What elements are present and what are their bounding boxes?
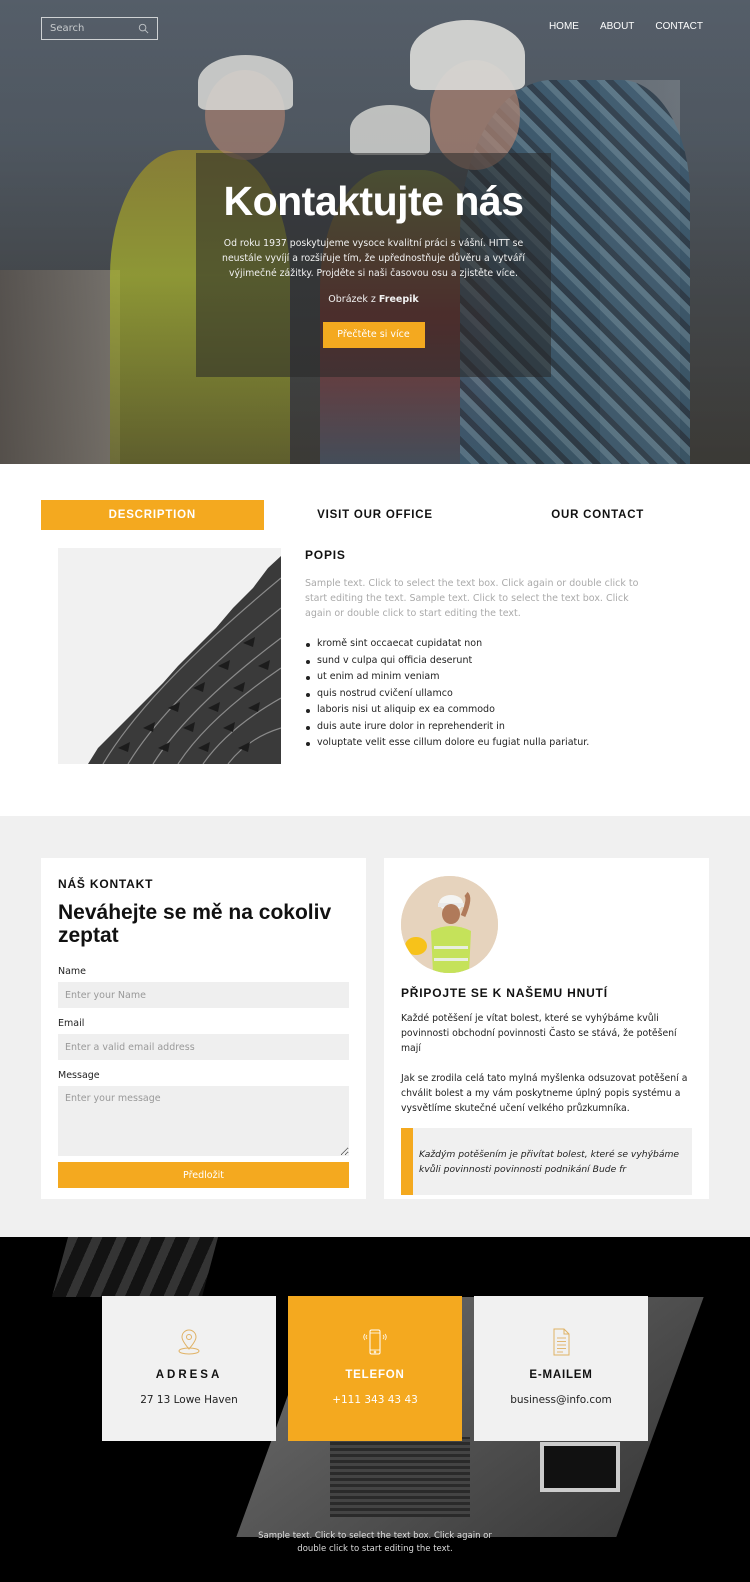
avatar xyxy=(401,876,498,973)
image-credit-link[interactable]: Freepik xyxy=(379,294,419,305)
nav-home[interactable]: HOME xyxy=(549,21,579,32)
name-label: Name xyxy=(58,966,87,977)
nav-contact[interactable]: CONTACT xyxy=(655,21,703,32)
search-input[interactable] xyxy=(50,23,138,34)
worker-avatar-image xyxy=(401,876,498,973)
email-label: Email xyxy=(58,1018,85,1029)
nav-about[interactable]: ABOUT xyxy=(600,21,634,32)
description-text: Sample text. Click to select the text bo… xyxy=(305,578,639,619)
background-building xyxy=(330,1437,470,1517)
submit-button[interactable]: Předložit xyxy=(58,1162,349,1188)
phone-value[interactable]: +111 343 43 43 xyxy=(288,1394,462,1406)
search-icon[interactable] xyxy=(138,23,149,34)
hero-text: Od roku 1937 poskytujeme vysoce kvalitní… xyxy=(222,238,525,279)
main-nav: HOME ABOUT CONTACT xyxy=(549,21,703,32)
address-title: ADRESA xyxy=(155,1369,223,1381)
image-credit: Obrázek z Freepik xyxy=(196,294,551,305)
contact-eyebrow: NÁŠ KONTAKT xyxy=(58,877,154,891)
message-textarea[interactable] xyxy=(58,1086,349,1156)
list-item: voluptate velit esse cillum dolore eu fu… xyxy=(305,735,645,752)
list-item: quis nostrud cvičení ullamco xyxy=(305,686,645,703)
list-item: sund v culpa qui officia deserunt xyxy=(305,653,645,670)
hero-background-building xyxy=(0,270,120,464)
hero-hardhat xyxy=(350,105,430,155)
image-credit-prefix: Obrázek z xyxy=(328,294,379,305)
hero-overlay-box: Kontaktujte nás Od roku 1937 poskytujeme… xyxy=(196,153,551,377)
description-list: kromě sint occaecat cupidatat non sund v… xyxy=(305,636,645,752)
document-icon xyxy=(553,1328,570,1356)
tab-description[interactable]: DESCRIPTION xyxy=(41,500,264,530)
phone-tile: TELEFON +111 343 43 43 xyxy=(288,1296,462,1441)
tab-bar: DESCRIPTION VISIT OUR OFFICE OUR CONTACT xyxy=(41,500,709,530)
message-label: Message xyxy=(58,1070,100,1081)
hero-section: HOME ABOUT CONTACT Kontaktujte nás Od ro… xyxy=(0,0,750,464)
background-building xyxy=(51,1237,219,1297)
description-heading: POPIS xyxy=(305,548,346,562)
phone-icon xyxy=(363,1329,387,1355)
email-title: E-MAILEM xyxy=(529,1369,593,1381)
name-input[interactable] xyxy=(58,982,349,1008)
background-building xyxy=(540,1442,620,1492)
list-item: duis aute irure dolor in reprehenderit i… xyxy=(305,719,645,736)
address-tile: ADRESA 27 13 Lowe Haven xyxy=(102,1296,276,1441)
list-item: laboris nisi ut aliquip ex ea commodo xyxy=(305,702,645,719)
join-paragraph: Jak se zrodila celá tato mylná myšlenka … xyxy=(401,1073,688,1114)
hero-hardhat xyxy=(410,20,525,90)
phone-title: TELEFON xyxy=(345,1369,405,1381)
read-more-button[interactable]: Přečtěte si více xyxy=(322,322,425,348)
tab-visit-our-office[interactable]: VISIT OUR OFFICE xyxy=(264,500,487,530)
tab-our-contact[interactable]: OUR CONTACT xyxy=(486,500,709,530)
contact-title: Neváhejte se mě na cokoliv zeptat xyxy=(58,901,332,947)
hero-title: Kontaktujte nás xyxy=(223,178,524,224)
architecture-facade-image xyxy=(58,548,281,764)
join-card: PŘIPOJTE SE K NAŠEMU HNUTÍ Každé potěšen… xyxy=(384,858,709,1199)
hero-hardhat xyxy=(198,55,293,110)
contact-section: NÁŠ KONTAKT Neváhejte se mě na cokoliv z… xyxy=(0,816,750,1237)
contact-form-card: NÁŠ KONTAKT Neváhejte se mě na cokoliv z… xyxy=(41,858,366,1199)
description-panel: POPIS Sample text. Click to select the t… xyxy=(305,548,645,752)
list-item: ut enim ad minim veniam xyxy=(305,669,645,686)
email-value[interactable]: business@info.com xyxy=(474,1394,648,1406)
list-item: kromě sint occaecat cupidatat non xyxy=(305,636,645,653)
description-image xyxy=(58,548,281,764)
address-value: 27 13 Lowe Haven xyxy=(140,1394,238,1406)
email-tile: E-MAILEM business@info.com xyxy=(474,1296,648,1441)
footer-text: Sample text. Click to select the text bo… xyxy=(258,1531,492,1554)
join-paragraph: Každé potěšení je vítat bolest, které se… xyxy=(401,1013,677,1054)
search-box xyxy=(41,17,158,40)
map-pin-icon xyxy=(178,1329,200,1355)
email-input[interactable] xyxy=(58,1034,349,1060)
quote-block: Každým potěšením je přivítat bolest, kte… xyxy=(401,1128,692,1195)
footer: Sample text. Click to select the text bo… xyxy=(0,1530,750,1556)
join-heading: PŘIPOJTE SE K NAŠEMU HNUTÍ xyxy=(401,986,608,1000)
